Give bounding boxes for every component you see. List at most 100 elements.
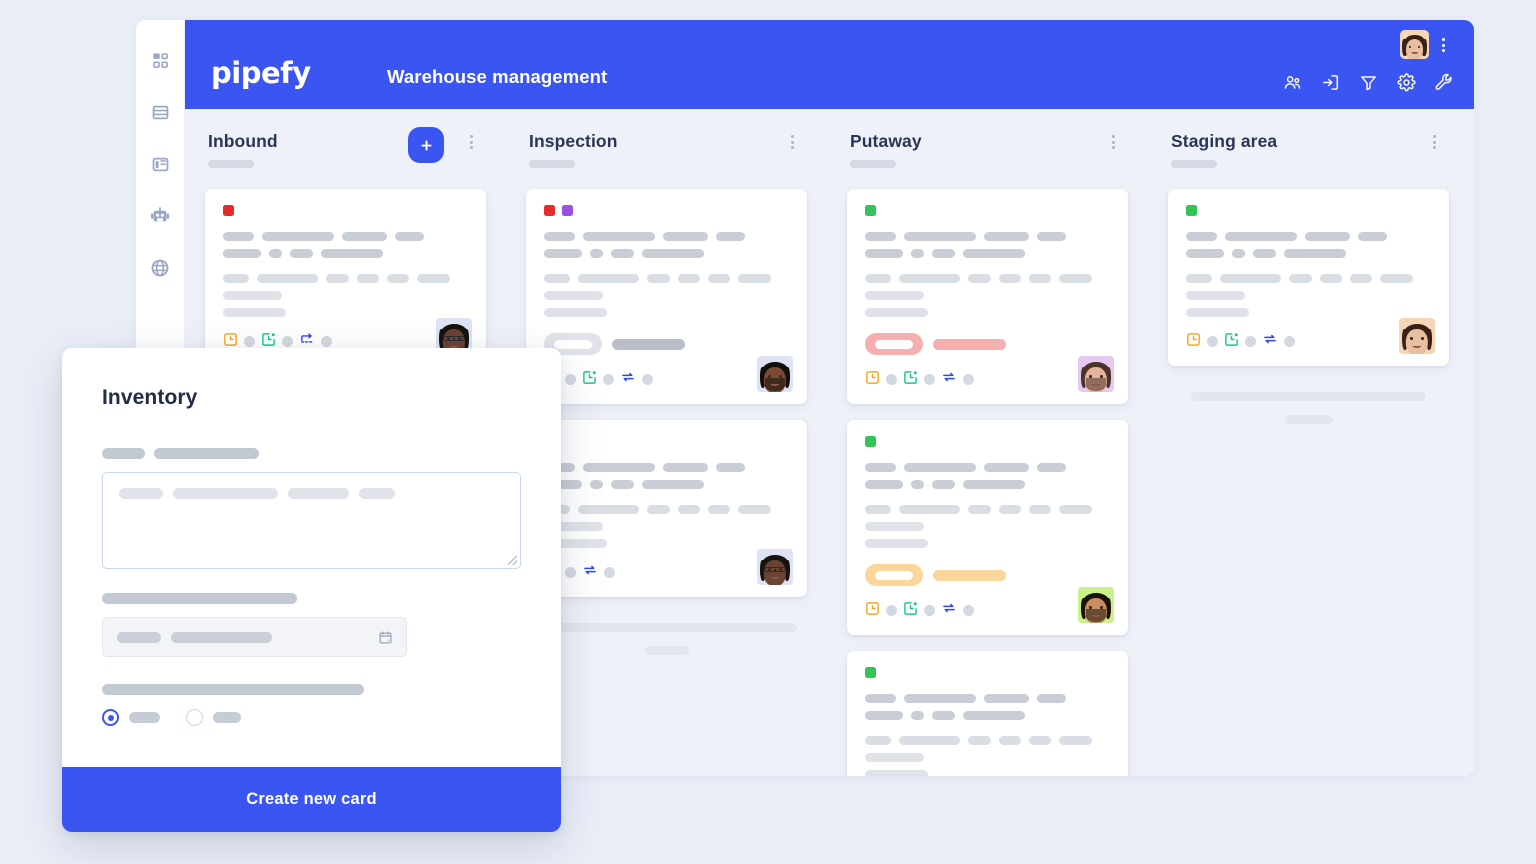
card-text-line: [865, 480, 1110, 489]
card-text-line: [865, 694, 1110, 703]
radio-option-1[interactable]: [102, 709, 119, 726]
card-text-line: [865, 753, 1110, 762]
column-kebab-menu[interactable]: [1427, 133, 1441, 151]
card-text-line: [1186, 274, 1431, 283]
top-bar: pipefy Warehouse management: [185, 20, 1474, 109]
kanban-card[interactable]: [205, 189, 486, 366]
column-header: Putaway: [827, 131, 1148, 189]
members-icon[interactable]: [1283, 73, 1302, 97]
card-tag: [562, 205, 573, 216]
column-kebab-menu[interactable]: [785, 133, 799, 151]
calendar-green-icon[interactable]: [903, 370, 918, 390]
card-tags: [865, 205, 1110, 216]
screenshot-root: pipefy Warehouse management Inbound Insp…: [0, 0, 1536, 864]
kanban-card[interactable]: [1168, 189, 1449, 366]
description-textarea[interactable]: [102, 472, 521, 569]
placeholder-chip: [173, 488, 278, 499]
kanban-card[interactable]: [847, 420, 1128, 635]
avatar-face: [1400, 30, 1429, 59]
column-card-list: [1148, 189, 1469, 366]
clock-orange-icon[interactable]: [865, 601, 880, 621]
repeat-blue-icon[interactable]: [941, 600, 957, 621]
card-tag: [1186, 205, 1197, 216]
card-text-line: [223, 308, 468, 317]
card-text-line: [1186, 308, 1431, 317]
kanban-card[interactable]: [847, 189, 1128, 404]
placeholder-chip: [119, 488, 163, 499]
calendar-green-icon[interactable]: [903, 601, 918, 621]
column-title: Inbound: [208, 131, 278, 151]
card-text-line: [544, 505, 789, 514]
repeat-blue-icon[interactable]: [941, 369, 957, 390]
card-badge: [865, 564, 923, 586]
import-icon[interactable]: [1321, 73, 1340, 97]
card-tags: [544, 205, 789, 216]
clock-orange-icon[interactable]: [1186, 332, 1201, 352]
card-text-line: [865, 522, 1110, 531]
column-kebab-menu[interactable]: [1106, 133, 1120, 151]
due-date-field[interactable]: [102, 617, 407, 657]
label-chip: [154, 448, 259, 459]
card-footer-dot: [1207, 336, 1218, 347]
card-text-line: [544, 274, 789, 283]
repeat-blue-icon[interactable]: [582, 562, 598, 583]
card-text-line: [544, 291, 789, 300]
card-assignee-avatar[interactable]: [757, 549, 793, 585]
card-text-line: [865, 249, 1110, 258]
gear-icon[interactable]: [1397, 73, 1416, 97]
card-text-line: [223, 291, 468, 300]
card-text-line: [865, 711, 1110, 720]
page-title: Warehouse management: [387, 66, 608, 87]
brand-logo[interactable]: pipefy: [211, 58, 311, 88]
card-text-line: [865, 232, 1110, 241]
filter-icon[interactable]: [1359, 73, 1378, 97]
card-footer-dot: [886, 605, 897, 616]
card-assignee-avatar[interactable]: [1078, 587, 1114, 623]
card-text-line: [865, 274, 1110, 283]
calendar-icon[interactable]: [378, 630, 393, 650]
card-footer: [1186, 331, 1431, 352]
card-text-line: [544, 480, 789, 489]
card-footer-dot: [1284, 336, 1295, 347]
card-tag: [223, 205, 234, 216]
wrench-icon[interactable]: [1435, 73, 1454, 97]
avatar[interactable]: [1400, 30, 1429, 59]
column-title: Inspection: [529, 131, 618, 151]
resize-handle-icon[interactable]: [508, 556, 517, 565]
column-kebab-menu[interactable]: [464, 133, 478, 151]
card-text-line: [544, 232, 789, 241]
calendar-green-icon[interactable]: [582, 370, 597, 390]
clock-orange-icon[interactable]: [865, 370, 880, 390]
card-badge-row: [865, 564, 1110, 586]
calendar-green-icon[interactable]: [1224, 332, 1239, 352]
kanban-card[interactable]: [526, 189, 807, 404]
kanban-card[interactable]: [847, 651, 1128, 776]
column-header: Inbound: [185, 127, 506, 189]
card-footer-dot: [603, 374, 614, 385]
card-assignee-avatar[interactable]: [1078, 356, 1114, 392]
sidebar-item-database[interactable]: [147, 99, 173, 125]
sidebar-item-globe[interactable]: [147, 255, 173, 281]
repeat-blue-icon[interactable]: [1262, 331, 1278, 352]
create-new-card-button[interactable]: Create new card: [62, 767, 561, 832]
card-footer: [865, 600, 1110, 621]
due-date-field-label: [102, 593, 521, 604]
column-placeholder-bar: [1191, 392, 1426, 401]
card-footer-dot: [282, 336, 293, 347]
kanban-card[interactable]: [526, 420, 807, 597]
repeat-blue-icon[interactable]: [620, 369, 636, 390]
value-chip: [171, 631, 272, 643]
sidebar-item-layout[interactable]: [147, 151, 173, 177]
card-text-line: [544, 308, 789, 317]
card-assignee-avatar[interactable]: [757, 356, 793, 392]
sidebar-item-dashboard[interactable]: [147, 47, 173, 73]
column-subtitle-placeholder: [1171, 160, 1217, 168]
card-assignee-avatar[interactable]: [1399, 318, 1435, 354]
create-card-modal: Inventory Create new card: [62, 348, 561, 832]
topbar-kebab-menu[interactable]: [1435, 36, 1451, 54]
radio-option-2[interactable]: [186, 709, 203, 726]
sidebar-item-robot[interactable]: [147, 203, 173, 229]
card-text-line: [223, 232, 468, 241]
add-card-button[interactable]: [408, 127, 444, 163]
column-card-list: [185, 189, 506, 366]
